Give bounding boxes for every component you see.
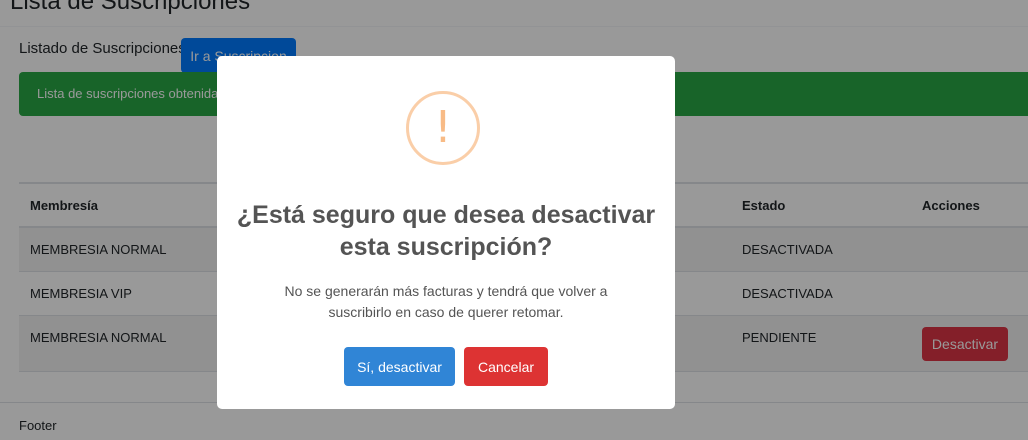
warning-icon: ! (406, 91, 480, 165)
page: Lista de Suscripciones Listado de Suscri… (0, 0, 1028, 440)
confirm-deactivate-button[interactable]: Sí, desactivar (344, 347, 455, 386)
exclamation-mark: ! (434, 102, 452, 153)
cancel-button[interactable]: Cancelar (464, 347, 548, 386)
dialog-text: No se generarán más facturas y tendrá qu… (284, 283, 608, 320)
dialog-title: ¿Está seguro que desea desactivar esta s… (236, 201, 656, 261)
confirm-dialog: ! ¿Está seguro que desea desactivar esta… (217, 56, 675, 409)
